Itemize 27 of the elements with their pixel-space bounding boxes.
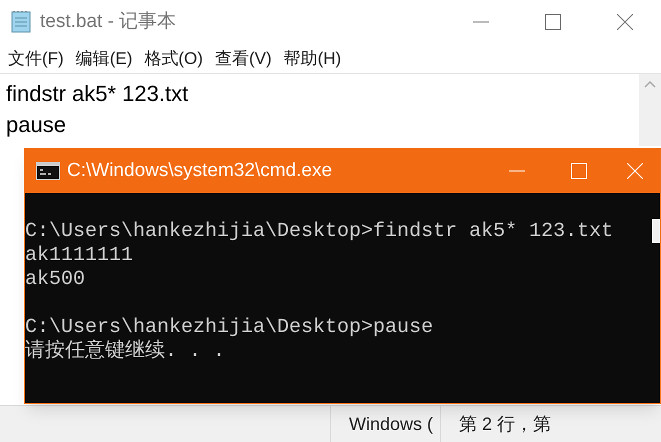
- status-text: Windows (: [331, 406, 441, 442]
- close-icon: [627, 163, 643, 179]
- close-icon: [617, 14, 633, 30]
- console-line: 请按任意键继续. . .: [25, 340, 226, 364]
- menu-item[interactable]: 查看(V): [208, 44, 278, 74]
- console-line: ak1111111: [25, 244, 134, 268]
- maximize-icon: [545, 14, 561, 30]
- menu-item[interactable]: 文件(F): [2, 44, 70, 74]
- scroll-up-icon[interactable]: [644, 80, 656, 88]
- scrollbar[interactable]: [652, 219, 660, 243]
- menu-item[interactable]: 格式(O): [138, 44, 209, 74]
- console-line: C:\Users\hankezhijia\Desktop>pause: [25, 316, 434, 340]
- maximize-icon: [571, 163, 587, 179]
- console-line: C:\Users\hankezhijia\Desktop>findstr ak5* 123.txt: [25, 220, 614, 244]
- scrollbar[interactable]: [639, 74, 661, 146]
- notepad-icon: [10, 10, 32, 34]
- console-icon: [36, 162, 60, 180]
- console-line: ak500: [25, 268, 86, 292]
- window-title: test.bat - 记事本: [40, 10, 176, 34]
- window-title: C:\Windows\system32\cmd.exe: [67, 158, 332, 183]
- menu-item[interactable]: 帮助(H): [278, 44, 348, 74]
- menu-item[interactable]: 编辑(E): [70, 44, 138, 74]
- text-line: pause: [6, 111, 67, 139]
- minimize-icon: [473, 21, 489, 23]
- status-text: 第 2 行，第: [458, 412, 552, 436]
- minimize-icon: [509, 170, 525, 172]
- text-line: findstr ak5* 123.txt: [6, 80, 190, 108]
